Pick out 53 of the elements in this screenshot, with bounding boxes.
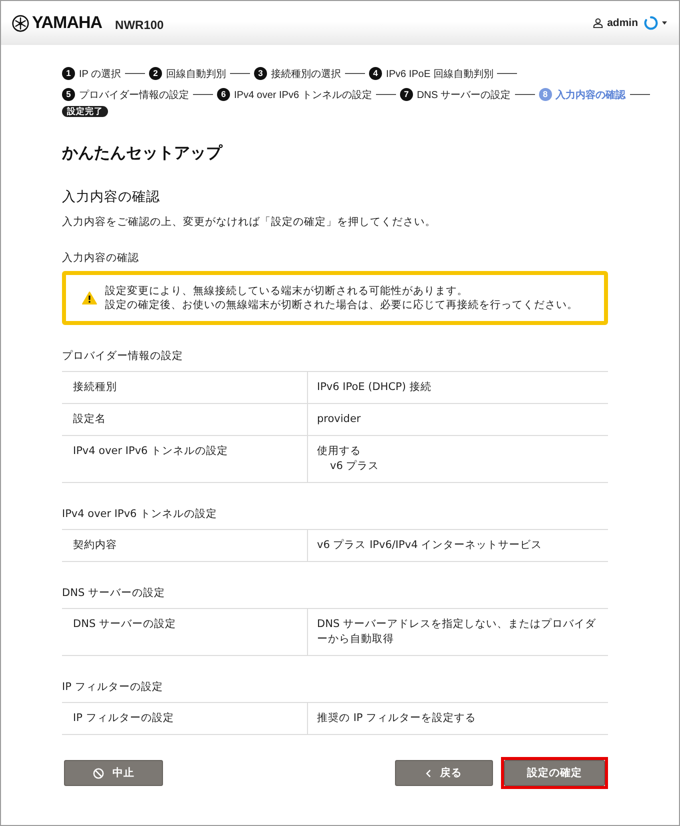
user-menu-button[interactable]: admin: [593, 16, 667, 30]
step-number: 6: [217, 88, 230, 101]
setting-label: DNS サーバーの設定: [73, 617, 176, 632]
caret-icon: [662, 21, 667, 25]
step-label: IPv6 IPoE 回線自動判別: [386, 68, 494, 80]
step-number: 7: [400, 88, 413, 101]
group-heading: DNS サーバーの設定: [62, 586, 166, 601]
step-label: DNS サーバーの設定: [416, 88, 511, 102]
cancel-button[interactable]: 中止: [64, 760, 163, 786]
brand-name: YAMAHA: [32, 13, 102, 33]
user-icon: [593, 18, 604, 28]
section-title: 入力内容の確認: [62, 188, 161, 207]
completion-badge: 設定完了: [62, 106, 108, 116]
back-button[interactable]: 戻る: [395, 760, 493, 786]
setting-value: 使用する: [317, 444, 362, 459]
step-number: 2: [149, 67, 162, 80]
confirm-button[interactable]: 設定の確定: [504, 760, 605, 786]
step-number: 3: [254, 67, 268, 80]
model-name: NWR100: [115, 18, 164, 32]
step-label: 接続種別の選択: [271, 68, 342, 80]
ring-icon: [644, 16, 658, 30]
step-label: IP の選択: [79, 68, 122, 80]
step-number: 5: [62, 88, 75, 101]
warning-text: 設定変更により、無線接続している端末が切断される可能性があります。: [105, 284, 469, 298]
step-label: IPv4 over IPv6 トンネルの設定: [234, 88, 372, 102]
setting-label: IP フィルターの設定: [73, 711, 174, 726]
step-number: 1: [62, 67, 75, 80]
setting-value: 推奨の IP フィルターを設定する: [317, 711, 478, 726]
setting-value: v6 プラス IPv6/IPv4 インターネットサービス: [317, 538, 544, 553]
step-number: 4: [369, 67, 382, 80]
step-label: プロバイダー情報の設定: [79, 88, 189, 102]
step-label: 入力内容の確認: [556, 88, 626, 102]
setting-label: 設定名: [73, 412, 106, 427]
page-title: かんたんセットアップ: [62, 142, 224, 164]
description-text: 入力内容をご確認の上、変更がなければ「設定の確定」を押してください。: [62, 215, 437, 230]
step-number: 8: [538, 88, 552, 101]
prohibit-icon: [92, 768, 104, 778]
group-heading: IPv4 over IPv6 トンネルの設定: [62, 507, 218, 522]
setting-value: DNS サーバーアドレスを指定しない、またはプロバイダーから自動取得: [317, 617, 597, 647]
logo-emblem-icon: [12, 14, 29, 32]
warning-icon: [82, 291, 97, 305]
setting-label: 接続種別: [73, 380, 117, 395]
chevron-left-icon: [426, 768, 431, 778]
setting-detail: v6 プラス: [329, 459, 380, 474]
step-label: 回線自動判別: [166, 68, 226, 80]
group-heading: IP フィルターの設定: [62, 680, 164, 695]
review-heading: 入力内容の確認: [62, 251, 140, 266]
warning-text: 設定の確定後、お使いの無線端末が切断された場合は、必要に応じて再接続を行ってください。: [105, 298, 578, 312]
group-heading: プロバイダー情報の設定: [62, 349, 184, 364]
setting-value: IPv6 IPoE (DHCP) 接続: [317, 380, 432, 395]
setting-value: provider: [317, 412, 362, 427]
setting-label: IPv4 over IPv6 トンネルの設定: [73, 444, 228, 459]
setting-label: 契約内容: [73, 538, 117, 553]
